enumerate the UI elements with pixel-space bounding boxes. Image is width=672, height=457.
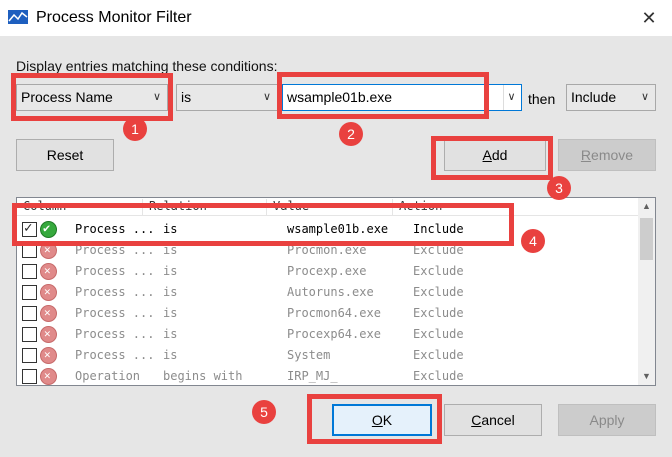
scroll-up-icon[interactable]: ▲ xyxy=(638,198,655,215)
exclude-x-icon xyxy=(40,263,57,280)
row-relation: is xyxy=(163,306,178,320)
cancel-accel: C xyxy=(471,412,482,428)
conditions-label: Display entries matching these condition… xyxy=(16,58,278,74)
row-column: Operation xyxy=(75,369,141,383)
row-action: Exclude xyxy=(413,264,464,278)
chevron-down-icon[interactable]: ∨ xyxy=(503,85,519,110)
list-row[interactable]: Process ... is Autoruns.exe Exclude xyxy=(17,282,639,303)
chevron-down-icon: ∨ xyxy=(640,91,650,103)
row-action: Exclude xyxy=(413,285,464,299)
row-relation: is xyxy=(163,264,178,278)
row-value: Procexp64.exe xyxy=(287,327,381,341)
exclude-x-icon xyxy=(40,368,57,385)
remove-accel: R xyxy=(580,147,592,163)
row-value: Procmon64.exe xyxy=(287,306,381,320)
row-value: Procexp.exe xyxy=(287,264,367,278)
highlight-box-3 xyxy=(431,136,553,180)
then-label: then xyxy=(528,91,556,107)
vertical-scrollbar[interactable]: ▲ ▼ xyxy=(638,198,655,385)
reset-button[interactable]: Reset xyxy=(16,139,114,171)
list-row[interactable]: Operation begins with IRP_MJ_ Exclude xyxy=(17,366,639,385)
row-relation: is xyxy=(163,348,178,362)
row-value: IRP_MJ_ xyxy=(287,369,338,383)
row-column: Process ... xyxy=(75,327,155,341)
process-monitor-icon xyxy=(8,10,28,24)
annotation-badge-5: 5 xyxy=(252,400,276,424)
list-row[interactable]: Process ... is Procmon64.exe Exclude xyxy=(17,303,639,324)
close-button[interactable]: ✕ xyxy=(626,0,672,36)
row-action: Exclude xyxy=(413,348,464,362)
relation-select-value: is xyxy=(181,89,192,105)
row-checkbox[interactable] xyxy=(22,348,37,363)
annotation-badge-2: 2 xyxy=(339,122,363,146)
apply-button[interactable]: Apply xyxy=(558,404,656,436)
list-row[interactable]: Process ... is Procexp64.exe Exclude xyxy=(17,324,639,345)
row-checkbox[interactable] xyxy=(22,285,37,300)
highlight-box-5 xyxy=(307,394,442,444)
list-row[interactable]: Process ... is System Exclude xyxy=(17,345,639,366)
relation-select[interactable]: is ∨ xyxy=(176,84,278,111)
row-checkbox[interactable] xyxy=(22,369,37,384)
remove-label: emove xyxy=(591,147,634,163)
list-row[interactable]: Process ... is Procexp.exe Exclude xyxy=(17,261,639,282)
row-value: System xyxy=(287,348,331,362)
highlight-box-4 xyxy=(12,203,514,246)
row-checkbox[interactable] xyxy=(22,264,37,279)
row-checkbox[interactable] xyxy=(22,327,37,342)
row-column: Process ... xyxy=(75,285,155,299)
window-title: Process Monitor Filter xyxy=(36,9,192,26)
row-relation: begins with xyxy=(163,369,243,383)
exclude-x-icon xyxy=(40,305,57,322)
row-value: Autoruns.exe xyxy=(287,285,374,299)
exclude-x-icon xyxy=(40,284,57,301)
row-action: Exclude xyxy=(413,369,464,383)
row-column: Process ... xyxy=(75,264,155,278)
action-select[interactable]: Include ∨ xyxy=(566,84,656,111)
highlight-box-2 xyxy=(277,72,489,119)
row-relation: is xyxy=(163,327,178,341)
row-column: Process ... xyxy=(75,306,155,320)
chevron-down-icon: ∨ xyxy=(262,91,272,103)
row-action: Exclude xyxy=(413,306,464,320)
exclude-x-icon xyxy=(40,326,57,343)
annotation-badge-4: 4 xyxy=(521,229,545,253)
row-action: Exclude xyxy=(413,327,464,341)
title-bar: Process Monitor Filter ✕ xyxy=(0,0,672,37)
cancel-button[interactable]: Cancel xyxy=(444,404,542,436)
row-column: Process ... xyxy=(75,348,155,362)
exclude-x-icon xyxy=(40,347,57,364)
row-relation: is xyxy=(163,285,178,299)
cancel-label: ancel xyxy=(481,412,515,428)
action-select-value: Include xyxy=(571,89,617,105)
remove-button[interactable]: Remove xyxy=(558,139,656,171)
scroll-thumb[interactable] xyxy=(640,218,653,260)
row-checkbox[interactable] xyxy=(22,306,37,321)
annotation-badge-3: 3 xyxy=(547,176,571,200)
scroll-down-icon[interactable]: ▼ xyxy=(638,368,655,385)
highlight-box-1 xyxy=(11,73,173,121)
annotation-badge-1: 1 xyxy=(123,117,147,141)
